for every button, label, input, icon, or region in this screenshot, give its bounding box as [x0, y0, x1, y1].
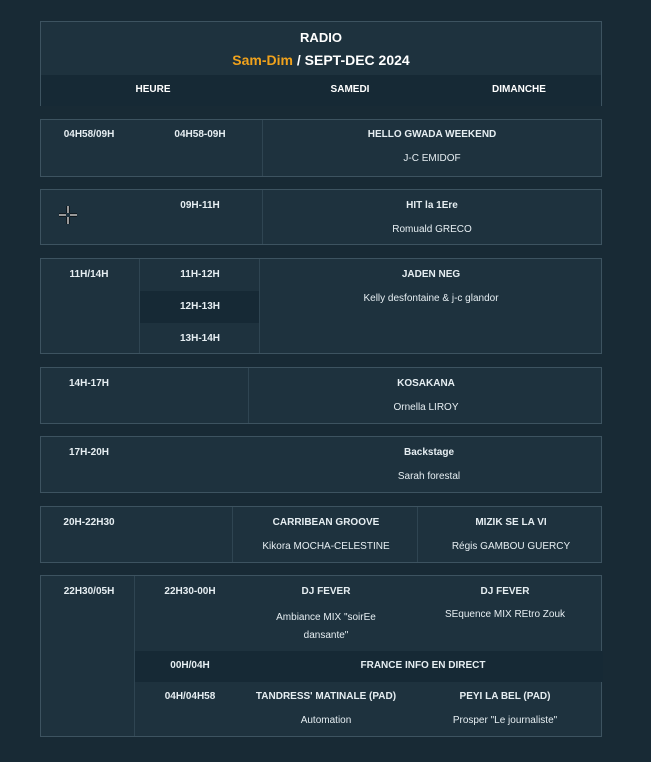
page-title: RADIO: [300, 30, 342, 45]
show-host: Romuald GRECO: [392, 224, 472, 235]
show-title: JADEN NEG: [401, 269, 461, 280]
block-slot: 22H30-00H: [164, 586, 216, 597]
sunday-show-title: PEYI LA BEL (PAD): [459, 691, 551, 702]
block-time: 11H/14H: [69, 269, 109, 280]
show-host: Ornella LIROY: [393, 402, 459, 413]
schedule-block-6: 20H-22H30 CARRIBEAN GROOVE Kikora MOCHA-…: [40, 506, 602, 563]
saturday-show-host: Kikora MOCHA-CELESTINE: [262, 541, 390, 552]
schedule-block-3: 11H/14H 11H-12H 12H-13H 13H-14H JADEN NE…: [40, 258, 602, 354]
divider: [262, 190, 263, 244]
page-subtitle: Sam-Dim / SEPT-DEC 2024: [41, 52, 601, 68]
saturday-show-title: TANDRESS' MATINALE (PAD): [255, 691, 397, 702]
divider: [232, 507, 233, 562]
block-slot: 11H-12H: [180, 269, 220, 280]
block-slot: 13H-14H: [179, 333, 221, 344]
block-time: 20H-22H30: [63, 517, 115, 528]
divider: [262, 120, 263, 176]
saturday-show-host: Automation: [300, 715, 352, 726]
show-host: Sarah forestal: [397, 471, 461, 482]
sunday-show-host: SEquence MIX REtro Zouk: [444, 609, 566, 620]
block-slot: 12H-13H: [179, 301, 221, 312]
show-title: Backstage: [403, 447, 455, 458]
divider: [417, 507, 418, 562]
show-host: J-C EMIDOF: [403, 153, 461, 164]
show-host: Kelly desfontaine & j-c glandor: [363, 293, 499, 304]
column-header-heure: HEURE: [135, 84, 171, 95]
divider: [248, 368, 249, 423]
saturday-show-host: Ambiance MIX "soirEe dansante": [276, 612, 376, 641]
show-title: HIT la 1Ere: [406, 200, 458, 211]
schedule-block-4: 14H-17H KOSAKANA Ornella LIROY: [40, 367, 602, 424]
sunday-show-host: Régis GAMBOU GUERCY: [451, 541, 571, 552]
block-slot: 04H/04H58: [164, 691, 216, 702]
show-title: HELLO GWADA WEEKEND: [367, 129, 497, 140]
sunday-show-title: DJ FEVER: [480, 586, 530, 597]
schedule-header: RADIO Sam-Dim / SEPT-DEC 2024 HEURE SAME…: [40, 21, 602, 106]
show-title: KOSAKANA: [397, 378, 455, 389]
schedule-block-1: 04H58/09H 04H58-09H HELLO GWADA WEEKEND …: [40, 119, 602, 177]
schedule-block-5: 17H-20H Backstage Sarah forestal: [40, 436, 602, 493]
column-header-dimanche: DIMANCHE: [492, 84, 546, 95]
block-slot: 00H/04H: [170, 660, 210, 671]
schedule-block-2: 09H-11H HIT la 1Ere Romuald GRECO: [40, 189, 602, 245]
block-time: 17H-20H: [68, 447, 110, 458]
block-time: 14H-17H: [68, 378, 110, 389]
subtitle-days: Sam-Dim: [232, 52, 293, 68]
block-time: 22H30/05H: [63, 586, 115, 597]
crosshair-cursor-icon: [59, 206, 77, 224]
block-slot: 09H-11H: [180, 200, 220, 211]
column-header-samedi: SAMEDI: [330, 84, 370, 95]
divider: [259, 259, 260, 353]
block-slot: 04H58-09H: [174, 129, 226, 140]
sunday-show-host: Prosper "Le journaliste": [452, 715, 558, 726]
divider: [139, 259, 140, 353]
saturday-show-title: DJ FEVER: [301, 586, 351, 597]
saturday-show-title: CARRIBEAN GROOVE: [272, 517, 380, 528]
column-headers: HEURE SAMEDI DIMANCHE: [41, 75, 601, 106]
sunday-show-title: MIZIK SE LA VI: [475, 517, 547, 528]
schedule-block-7: 22H30/05H 22H30-00H DJ FEVER Ambiance MI…: [40, 575, 603, 737]
subtitle-period: / SEPT-DEC 2024: [292, 52, 410, 68]
block-time: 04H58/09H: [63, 129, 115, 140]
divider: [134, 576, 135, 736]
show-title: FRANCE INFO EN DIRECT: [360, 660, 486, 671]
